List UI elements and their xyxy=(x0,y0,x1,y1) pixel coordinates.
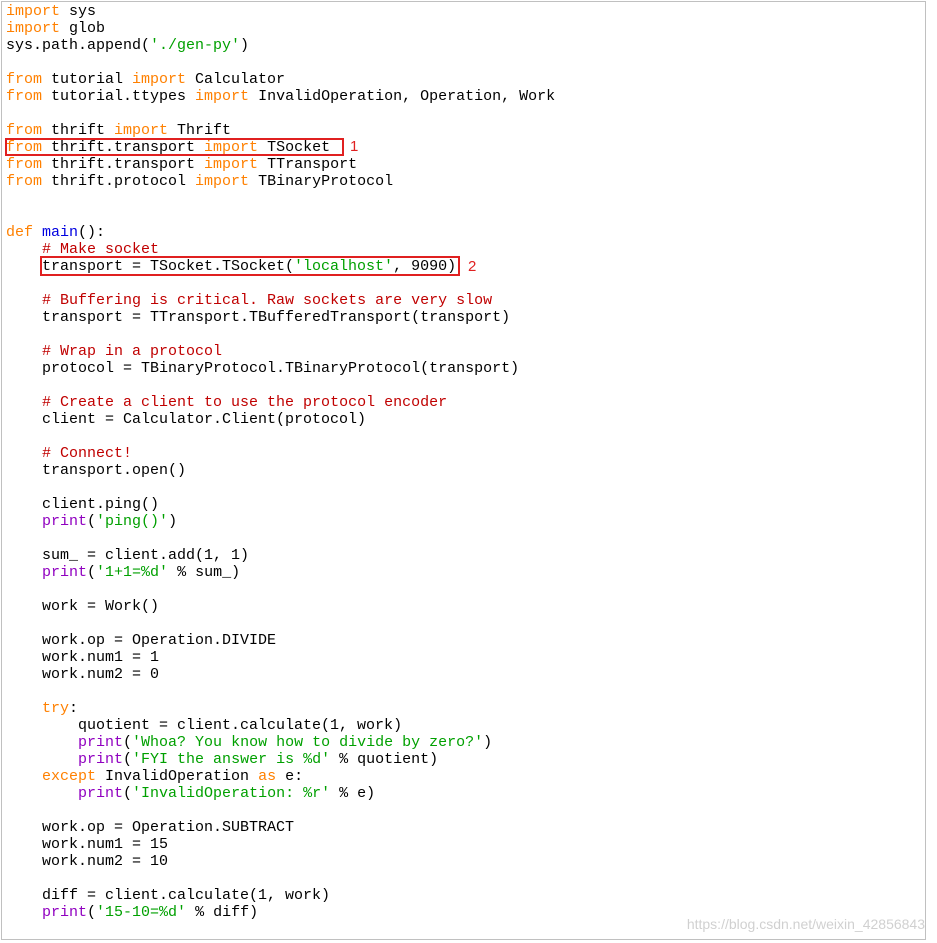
annotation-1: 1 xyxy=(350,138,358,155)
watermark: https://blog.csdn.net/weixin_42856843 xyxy=(687,916,925,933)
annotation-2: 2 xyxy=(468,258,476,275)
code-block: import sys import glob sys.path.append('… xyxy=(1,1,926,940)
